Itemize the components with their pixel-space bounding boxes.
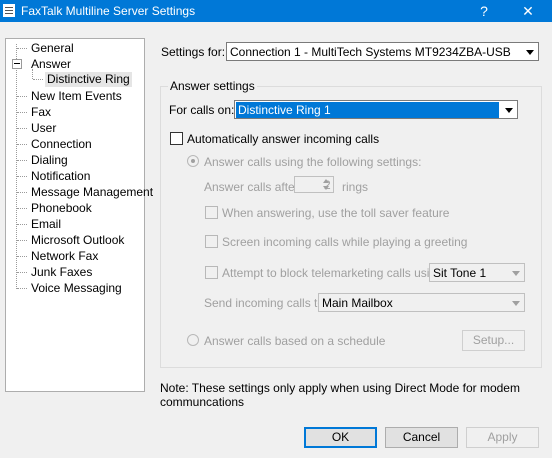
tree-item-network-fax[interactable]: Network Fax (31, 249, 98, 264)
tree-item-message-management[interactable]: Message Management (31, 185, 153, 200)
note-line-2: communcations (160, 395, 245, 409)
tree-item-email[interactable]: Email (31, 217, 61, 232)
tree-item-notification[interactable]: Notification (31, 169, 90, 184)
tree-item-distinctive-ring[interactable]: Distinctive Ring (45, 72, 132, 87)
window-title: FaxTalk Multiline Server Settings (21, 4, 196, 18)
toll-saver-label: When answering, use the toll saver featu… (222, 206, 450, 220)
tree-line (17, 48, 27, 49)
tree-line (17, 272, 27, 273)
tree-item-dialing[interactable]: Dialing (31, 153, 68, 168)
app-icon (3, 4, 15, 17)
screen-calls-checkbox[interactable] (205, 235, 218, 248)
tree-line (17, 96, 27, 97)
send-to-label: Send incoming calls to: (204, 296, 328, 310)
spin-arrows-icon[interactable] (319, 176, 334, 193)
tree-item-new-item-events[interactable]: New Item Events (31, 89, 122, 104)
tree-line (17, 112, 27, 113)
tree-item-answer[interactable]: Answer (31, 57, 71, 72)
answer-settings-title: Answer settings (168, 79, 257, 93)
answer-settings-group (160, 86, 542, 368)
tree-line (17, 160, 27, 161)
tree-line (17, 192, 27, 193)
cancel-button[interactable]: Cancel (385, 427, 458, 448)
block-telemarketing-label: Attempt to block telemarketing calls usi… (222, 266, 447, 280)
tree-line (33, 79, 43, 80)
tree-item-fax[interactable]: Fax (31, 105, 51, 120)
settings-for-value: Connection 1 - MultiTech Systems MT9234Z… (230, 45, 511, 59)
ok-button[interactable]: OK (304, 427, 377, 448)
send-to-dropdown[interactable]: Main Mailbox (318, 293, 525, 312)
setup-button[interactable]: Setup... (462, 330, 525, 351)
for-calls-on-value: Distinctive Ring 1 (236, 102, 499, 118)
tree-line (17, 256, 27, 257)
for-calls-on-dropdown[interactable]: Distinctive Ring 1 (234, 100, 518, 119)
chevron-down-icon[interactable] (508, 265, 523, 280)
tree-item-microsoft-outlook[interactable]: Microsoft Outlook (31, 233, 124, 248)
tree-line (17, 288, 27, 289)
close-icon[interactable]: ✕ (514, 2, 542, 20)
schedule-label: Answer calls based on a schedule (204, 334, 386, 348)
use-following-label: Answer calls using the following setting… (204, 155, 422, 169)
title-bar: FaxTalk Multiline Server Settings ? ✕ (0, 0, 552, 22)
tree-line (17, 240, 27, 241)
block-method-dropdown[interactable]: Sit Tone 1 (429, 263, 525, 282)
auto-answer-checkbox[interactable] (170, 132, 183, 145)
schedule-radio[interactable] (187, 334, 199, 346)
settings-for-dropdown[interactable]: Connection 1 - MultiTech Systems MT9234Z… (226, 42, 539, 61)
tree-line (17, 224, 27, 225)
tree-item-junk-faxes[interactable]: Junk Faxes (31, 265, 92, 280)
tree-item-general[interactable]: General (31, 41, 74, 56)
settings-tree[interactable]: General Answer Distinctive Ring New Item… (5, 38, 153, 392)
chevron-down-icon[interactable] (508, 295, 523, 310)
note-line-1: Note: These settings only apply when usi… (160, 381, 520, 395)
chevron-down-icon[interactable] (501, 102, 516, 117)
screen-calls-label: Screen incoming calls while playing a gr… (222, 235, 468, 249)
block-telemarketing-checkbox[interactable] (205, 266, 218, 279)
chevron-down-icon[interactable] (522, 44, 537, 59)
tree-line (17, 144, 27, 145)
tree-item-user[interactable]: User (31, 121, 56, 136)
tree-item-phonebook[interactable]: Phonebook (31, 201, 92, 216)
tree-line (17, 208, 27, 209)
block-method-value: Sit Tone 1 (433, 266, 487, 280)
send-to-value: Main Mailbox (322, 296, 393, 310)
apply-button[interactable]: Apply (466, 427, 539, 448)
tree-line (16, 44, 17, 289)
tree-item-connection[interactable]: Connection (31, 137, 92, 152)
answer-after-label: Answer calls after (204, 180, 299, 194)
use-following-radio[interactable] (187, 155, 199, 167)
toll-saver-checkbox[interactable] (205, 206, 218, 219)
collapse-icon[interactable] (12, 59, 22, 69)
auto-answer-label: Automatically answer incoming calls (187, 132, 380, 146)
tree-line (17, 176, 27, 177)
tree-item-voice-messaging[interactable]: Voice Messaging (31, 281, 122, 296)
rings-unit-label: rings (342, 180, 369, 194)
settings-for-label: Settings for: (161, 45, 226, 59)
help-icon[interactable]: ? (472, 2, 496, 20)
for-calls-on-label: For calls on: (169, 103, 235, 117)
tree-line (17, 128, 27, 129)
